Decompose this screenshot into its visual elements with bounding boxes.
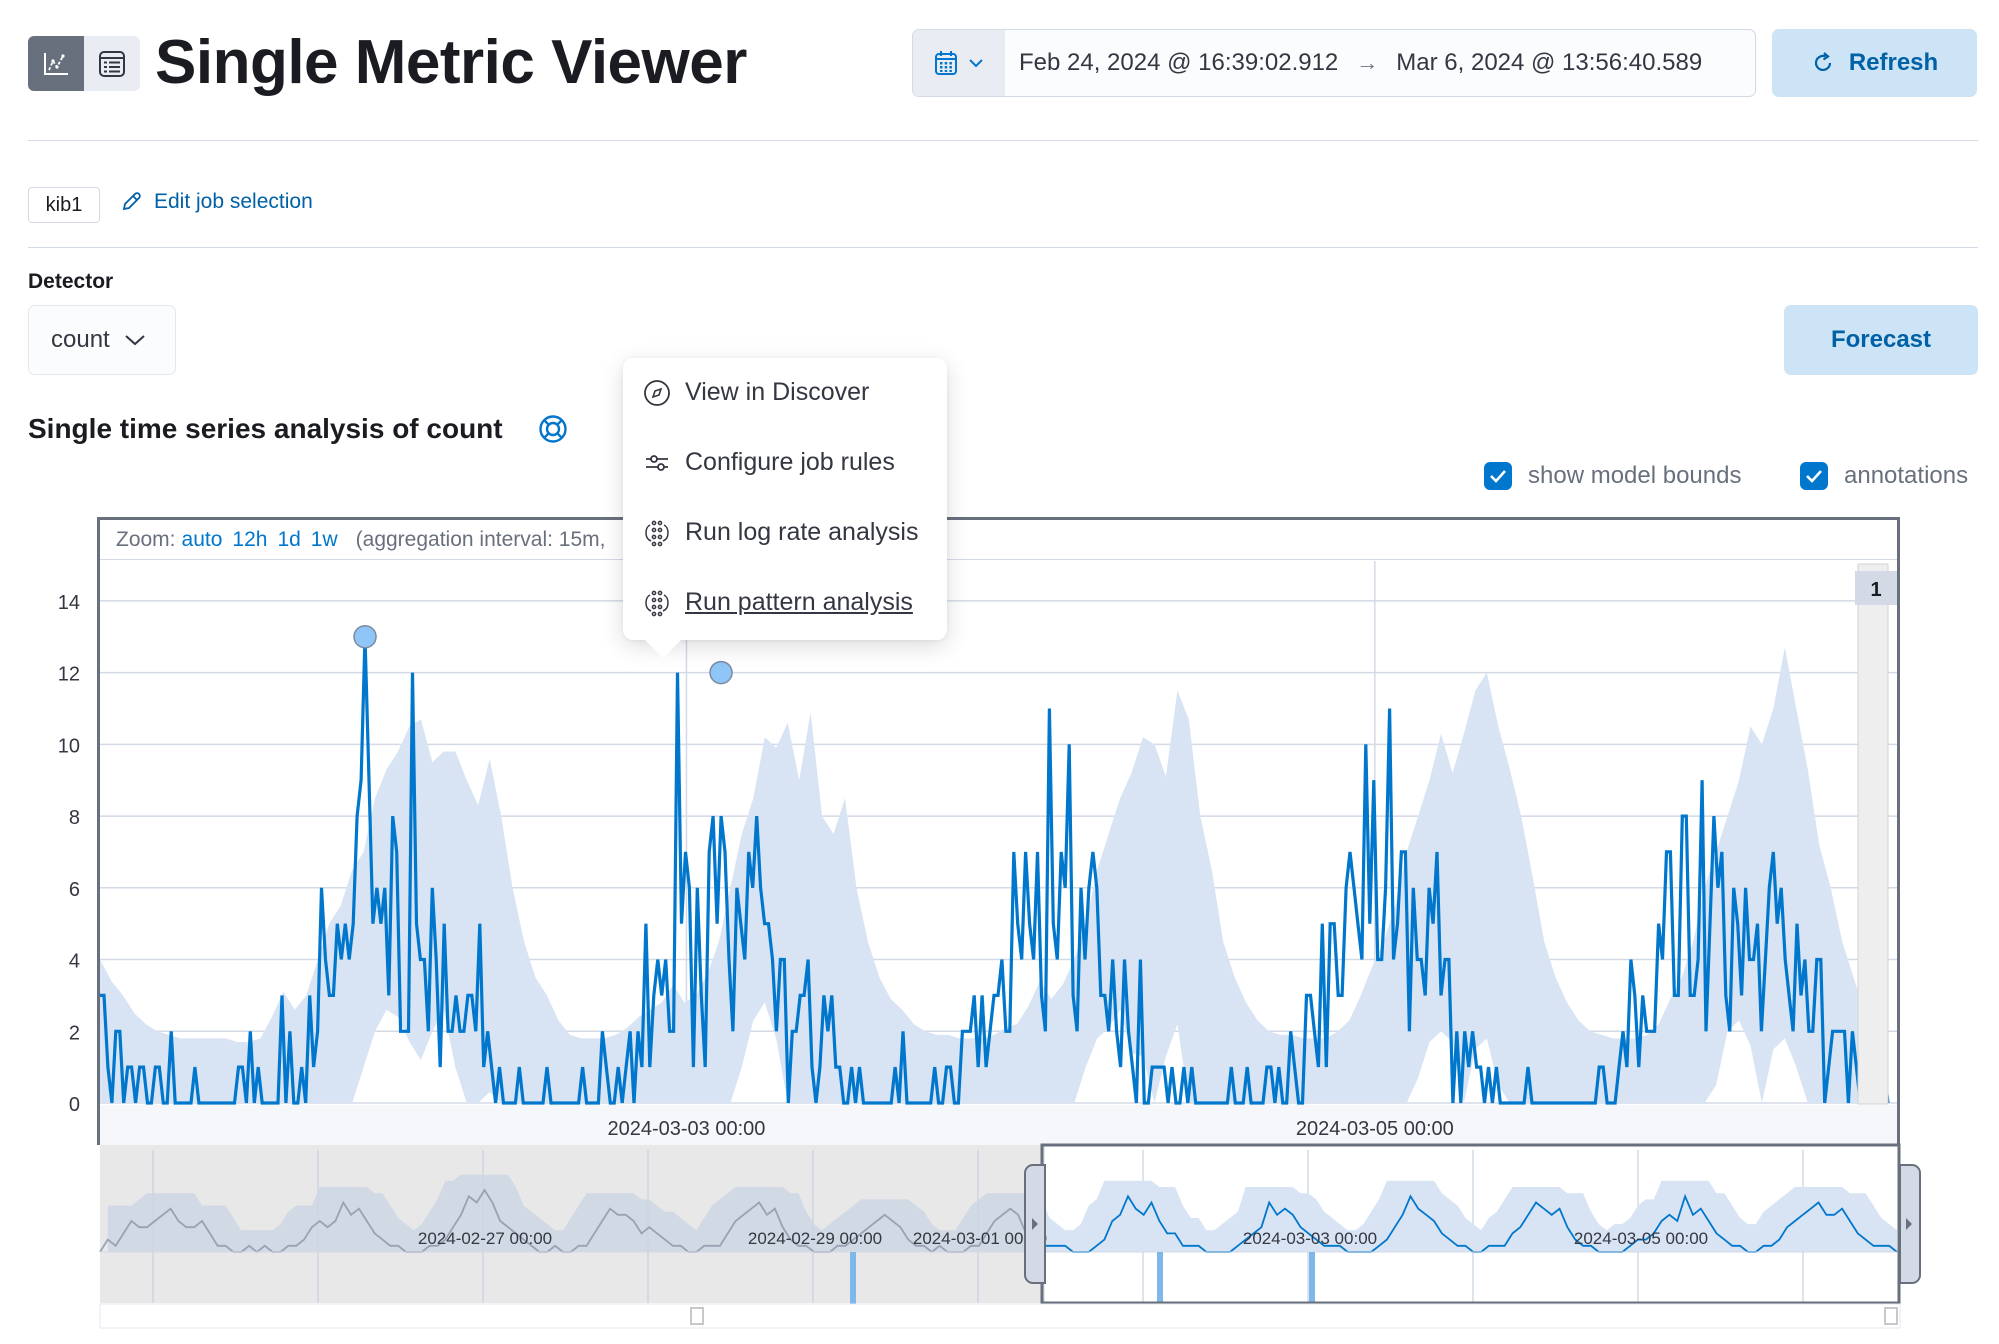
aiops-icon [645,590,669,616]
x-tick-label: 2024-03-03 00:00 [608,1118,766,1140]
y-tick-label: 4 [69,951,80,973]
anomaly-actions-popover: View in Discover Configure job rules Run… [623,358,947,658]
y-tick-label: 14 [58,592,80,614]
context-x-tick-label: 2024-02-29 00:00 [748,1229,882,1248]
focus-chart[interactable]: 0 2 4 6 8 10 12 14 2024-03-03 00:00 2024-03-05 0… [0,0,1999,1344]
y-tick-label: 2 [69,1022,80,1044]
x-axis-band [100,1105,1897,1145]
context-x-tick-label: 2024-03-03 00:00 [1243,1229,1377,1248]
menu-item-view-in-discover[interactable]: View in Discover [643,378,869,407]
y-tick-label: 8 [69,807,80,829]
menu-item-label: View in Discover [685,378,870,406]
annotation-lane [1857,563,1889,1105]
annotation-badge-label: 1 [1870,579,1881,601]
scroll-handle-right[interactable] [1884,1307,1898,1325]
anomaly-marker[interactable] [353,624,377,649]
x-tick-label: 2024-03-05 00:00 [1296,1118,1454,1140]
context-x-tick-label: 2024-03-05 00:00 [1574,1229,1708,1248]
popover-arrow [645,640,681,658]
y-tick-label: 6 [69,879,80,901]
scroll-handle-left[interactable] [690,1307,704,1325]
compass-icon [644,379,670,406]
context-anomaly-swimlane-mark [1309,1252,1315,1304]
menu-item-configure-job-rules[interactable]: Configure job rules [643,448,895,477]
sliders-icon [646,454,668,471]
y-tick-label: 0 [69,1094,80,1116]
y-tick-label: 12 [58,664,80,686]
y-tick-label: 10 [58,735,80,757]
menu-item-label: Run pattern analysis [685,588,913,616]
menu-item-label: Run log rate analysis [685,518,919,546]
menu-item-run-log-rate-analysis[interactable]: Run log rate analysis [643,518,918,547]
menu-item-run-pattern-analysis[interactable]: Run pattern analysis [643,588,913,617]
context-x-tick-label: 2024-02-27 00:00 [418,1229,552,1248]
y-axis: 0 2 4 6 8 10 12 14 [58,592,80,1116]
aiops-icon [645,520,669,546]
context-bounds-area [1041,1180,1897,1252]
context-anomaly-swimlane-mark [1157,1252,1163,1304]
anomaly-marker[interactable] [709,660,733,685]
context-scroll-track[interactable] [99,1303,1901,1329]
menu-item-label: Configure job rules [685,448,895,476]
context-anomaly-swimlane-mark [850,1252,856,1304]
